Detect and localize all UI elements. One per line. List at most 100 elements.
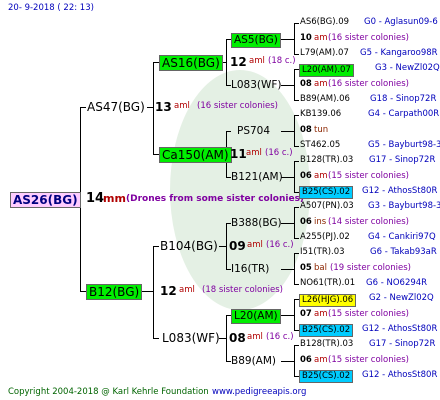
gen4-parent-label[interactable]: L20(AM).07 (299, 64, 354, 77)
gen2-unit: aml (246, 148, 262, 158)
gen2-num: 11 (230, 147, 247, 161)
gen4-parent-label[interactable]: KB139.06 (300, 110, 341, 119)
gen2-unit: aml (249, 56, 265, 66)
connector-line (294, 115, 295, 146)
connector-line (153, 338, 159, 339)
gen4-unit: am (314, 79, 328, 89)
gen1-note: (18 sister colonies) (202, 285, 283, 295)
root-unit: mm (103, 192, 126, 205)
gen4-note: (14 sister colonies) (328, 217, 409, 227)
gen4-origin: G0 - Aglasun09-6 (364, 17, 438, 27)
gen1-queen-label[interactable]: B12(BG) (86, 284, 143, 300)
connector-line (281, 361, 294, 362)
connector-line (294, 161, 295, 192)
connector-line (281, 85, 294, 86)
gen4-mother-label[interactable]: B89(AM).06 (300, 95, 350, 104)
gen4-unit: am (314, 33, 328, 43)
connector-line (294, 23, 299, 24)
gen3-queen-label[interactable]: B388(BG) (231, 218, 282, 229)
gen3-queen-label[interactable]: AS5(BG) (231, 33, 281, 48)
gen1-note: (16 sister colonies) (197, 101, 278, 111)
gen3-queen-label[interactable]: L083(WF) (231, 80, 282, 91)
gen2-queen-label[interactable]: L083(WF) (162, 332, 220, 344)
gen4-note: (15 sister colonies) (328, 355, 409, 365)
gen4-parent-label[interactable]: AS6(BG).09 (300, 18, 349, 27)
gen2-queen-label[interactable]: AS16(BG) (159, 55, 223, 71)
gen3-queen-label[interactable]: I16(TR) (231, 264, 269, 275)
root-note: (Drones from some sister colonies) (126, 194, 305, 204)
pedigree-tree: 20- 9-2018 ( 22: 13) AS26(BG) 14 mm (Dro… (0, 0, 440, 400)
gen4-num: 06 (300, 217, 312, 227)
gen4-parent-label[interactable]: I51(TR).03 (300, 248, 345, 257)
gen1-queen-label[interactable]: AS47(BG) (87, 101, 145, 113)
connector-line (294, 115, 299, 116)
connector-line (294, 207, 299, 208)
gen4-mother-label[interactable]: B25(CS).02 (299, 186, 354, 199)
gen2-note: (16 c.) (266, 240, 294, 250)
gen4-unit: ins (314, 217, 327, 227)
gen3-queen-label[interactable]: PS704 (237, 126, 270, 137)
gen4-origin: G6 - Takab93aR (370, 247, 437, 257)
gen4-origin: G4 - Carpath00R (368, 109, 440, 119)
gen4-note: (19 sister colonies) (330, 263, 411, 273)
root-num: 14 (86, 191, 105, 206)
gen3-queen-label[interactable]: B121(AM) (231, 172, 283, 183)
gen2-num: 09 (229, 239, 246, 253)
gen2-note: (16 c.) (266, 332, 294, 342)
gen4-mother-origin: G4 - Cankiri97Q (368, 232, 436, 242)
gen4-mother-label[interactable]: B25(CS).02 (299, 324, 354, 337)
gen2-unit: aml (247, 240, 263, 250)
connector-line (80, 107, 86, 108)
connector-line (281, 269, 294, 270)
gen4-mother-label[interactable]: B25(CS).02 (299, 370, 354, 383)
gen4-mother-label[interactable]: NO61(TR).01 (300, 279, 355, 288)
gen3-queen-label[interactable]: B89(AM) (231, 356, 276, 367)
connector-line (294, 54, 299, 55)
root-queen-label[interactable]: AS26(BG) (10, 192, 81, 208)
connector-line (294, 100, 299, 101)
gen4-mother-origin: G12 - AthosSt80R (362, 186, 438, 196)
connector-line (294, 146, 299, 147)
connector-line (294, 284, 299, 285)
connector-line (294, 207, 295, 238)
gen4-origin: G2 - NewZl02Q (369, 293, 434, 303)
gen2-queen-label[interactable]: Ca150(AM) (159, 147, 232, 163)
connector-line (153, 62, 154, 154)
connector-line (153, 246, 154, 338)
connector-line (281, 223, 294, 224)
gen2-queen-label[interactable]: B104(BG) (160, 240, 218, 252)
gen4-num: 08 (300, 79, 312, 89)
connector-line (294, 299, 295, 330)
connector-line (294, 253, 299, 254)
gen2-note: (16 c.) (265, 148, 293, 158)
gen4-parent-label[interactable]: L26(HJG).06 (299, 294, 357, 307)
connector-line (281, 39, 294, 40)
gen4-num: 05 (300, 263, 312, 273)
connector-line (294, 23, 295, 54)
gen4-parent-label[interactable]: B128(TR).03 (300, 156, 353, 165)
gen4-mother-label[interactable]: L79(AM).07 (300, 49, 349, 58)
gen1-num: 12 (160, 284, 177, 298)
gen4-mother-origin: G12 - AthosSt80R (362, 324, 438, 334)
connector-line (294, 161, 299, 162)
gen3-queen-label[interactable]: L20(AM) (231, 309, 281, 324)
gen2-note: (18 c.) (268, 56, 296, 66)
connector-line (294, 253, 295, 284)
gen4-parent-label[interactable]: B128(TR).03 (300, 340, 353, 349)
gen1-unit: aml (174, 101, 190, 111)
connector-line (226, 39, 227, 85)
gen4-num: 07 (300, 309, 312, 319)
gen4-parent-label[interactable]: A507(PN).03 (300, 202, 354, 211)
website-link[interactable]: www.pedigreeapis.org (212, 388, 306, 397)
gen4-mother-label[interactable]: A255(PJ).02 (300, 233, 350, 242)
gen4-note: (15 sister colonies) (328, 171, 409, 181)
connector-line (281, 177, 294, 178)
gen4-mother-label[interactable]: ST462.05 (300, 141, 340, 150)
gen4-num: 08 (300, 125, 312, 135)
gen4-num: 10 (300, 33, 312, 43)
connector-line (226, 315, 227, 361)
gen4-unit: am (314, 171, 328, 181)
connector-line (226, 131, 231, 132)
gen4-note: (16 sister colonies) (328, 33, 409, 43)
gen4-unit: bal (314, 263, 327, 273)
